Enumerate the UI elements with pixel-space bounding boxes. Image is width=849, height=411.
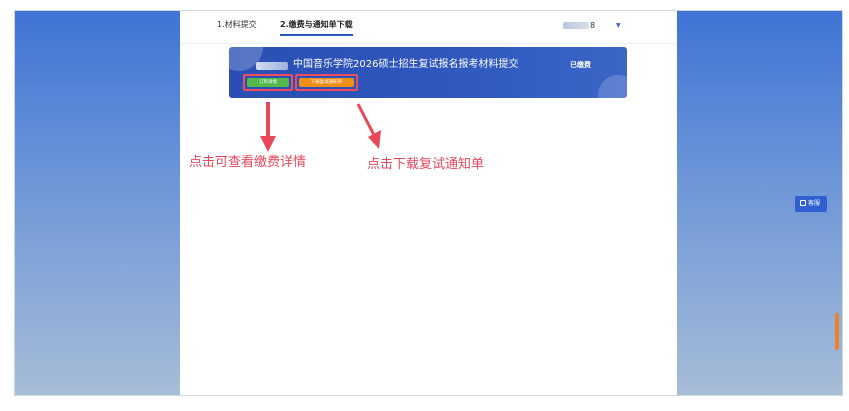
annotation-download-notice: 点击下载复试通知单	[367, 157, 485, 172]
arrow-to-order-button	[260, 102, 276, 152]
arrow-to-download-button	[356, 103, 381, 149]
customer-service-label: 客服	[808, 200, 821, 207]
chat-icon	[800, 200, 806, 206]
annotation-payment-detail: 点击可查看缴费详情	[189, 155, 307, 170]
annotation-arrows	[260, 102, 381, 152]
scrollbar-thumb[interactable]	[835, 313, 839, 350]
customer-service-button[interactable]: 客服	[795, 196, 827, 212]
